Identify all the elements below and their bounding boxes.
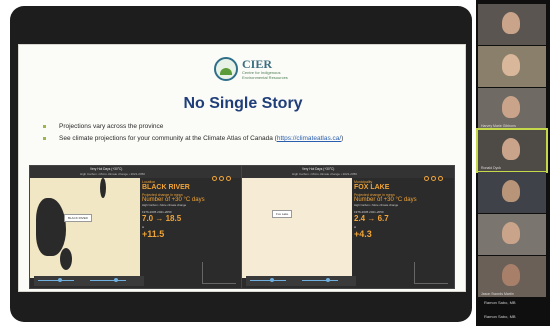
place-name: BLACK RIVER — [142, 184, 190, 191]
participant-tile[interactable] — [478, 214, 546, 255]
bullet-icon — [43, 125, 46, 128]
slider-knob[interactable] — [114, 278, 118, 282]
participant-avatar — [502, 180, 520, 202]
participant-avatar — [502, 138, 520, 160]
slider-knob[interactable] — [326, 278, 330, 282]
participant-avatar — [502, 222, 520, 244]
participant-tile[interactable] — [478, 172, 546, 213]
map-header-subtitle: High Carbon • Micro climate change • 202… — [80, 172, 145, 176]
map-header-title: Very Hot Days (+30°C) — [302, 167, 335, 171]
participant-tile[interactable]: Harvey Marie Gibbons — [478, 88, 546, 129]
participant-tile[interactable]: Jason Swords Martin — [478, 256, 546, 297]
bullet-text: See climate projections for your communi… — [59, 135, 277, 142]
map-header-title: Very Hot Days (+30°C) — [90, 167, 123, 171]
presentation-slide: CIER Centre for Indigenous Environmental… — [18, 44, 466, 292]
slider-knob[interactable] — [270, 278, 274, 282]
map-toolbar — [210, 168, 236, 181]
logo-subtitle: Centre for Indigenous Environmental Reso… — [242, 70, 288, 80]
slider-knob[interactable] — [58, 278, 62, 282]
cier-logo-icon — [214, 57, 238, 81]
map-toolbar — [422, 168, 448, 181]
bullet-item: Projections vary across the province — [41, 123, 461, 135]
rail-label: Ramon Sabo, MB — [484, 314, 516, 319]
lake-shape — [36, 198, 66, 256]
time-slider[interactable] — [34, 276, 144, 286]
shared-screen: CIER Centre for Indigenous Environmental… — [10, 6, 472, 322]
lake-shape — [60, 248, 72, 270]
map-header: Very Hot Days (+30°C) High Carbon • Micr… — [30, 166, 242, 181]
participant-tile[interactable] — [478, 4, 546, 45]
lake-shape — [100, 178, 106, 198]
period-values: 2.4 → 6.7 — [354, 214, 389, 223]
place-name: FOX LAKE — [354, 184, 390, 191]
meeting-window: CIER Centre for Indigenous Environmental… — [0, 0, 550, 326]
climate-atlas-link[interactable]: https://climateatlas.ca/ — [277, 135, 341, 142]
map-canvas[interactable]: Fox Lake — [242, 178, 352, 278]
time-slider[interactable] — [246, 276, 356, 286]
slider-track — [90, 280, 126, 281]
map-place-tag: Fox Lake — [272, 210, 293, 218]
map-info-panel: Location BLACK RIVER Projected change in… — [142, 180, 240, 239]
bullet-text: Projections vary across the province — [59, 123, 164, 130]
participant-avatar — [502, 12, 520, 34]
slider-track — [250, 280, 286, 281]
climate-map-fox-lake: Very Hot Days (+30°C) High Carbon • Micr… — [241, 165, 455, 289]
participant-avatar — [502, 54, 520, 76]
slider-track — [302, 280, 338, 281]
participant-name: Jason Swords Martin — [481, 292, 514, 296]
metric-subtitle: High Carbon • More climate change — [142, 203, 187, 207]
mini-chart — [202, 262, 236, 284]
period-values: 7.0 → 18.5 — [142, 214, 182, 223]
participant-tile[interactable] — [478, 46, 546, 87]
map-info-panel: Municipality FOX LAKE Projected change i… — [354, 180, 452, 239]
rail-label: Ramon Sabo, MB — [484, 300, 516, 305]
map-header-subtitle: High Carbon • Micro climate change • 202… — [292, 172, 357, 176]
slide-title: No Single Story — [183, 95, 303, 112]
delta-value: +11.5 — [142, 229, 165, 239]
delta-value: +4.3 — [354, 229, 372, 239]
bullet-list: Projections vary across the province See… — [41, 123, 461, 147]
metric-subtitle: High Carbon • More climate change — [354, 203, 399, 207]
bullet-item: See climate projections for your communi… — [41, 135, 461, 147]
participant-tile-active[interactable]: Ronald Dyck — [476, 128, 548, 173]
participant-avatar — [502, 96, 520, 118]
slider-track — [38, 280, 74, 281]
participant-rail: Harvey Marie Gibbons Ronald Dyck Jason S… — [476, 0, 550, 326]
map-header: Very Hot Days (+30°C) High Carbon • Micr… — [242, 166, 454, 181]
climate-map-black-river: Very Hot Days (+30°C) High Carbon • Micr… — [29, 165, 243, 289]
participant-name: Harvey Marie Gibbons — [481, 124, 516, 128]
mini-chart — [414, 262, 448, 284]
map-canvas[interactable]: BLACK RIVER — [30, 178, 140, 278]
map-place-tag: BLACK RIVER — [64, 214, 92, 222]
participant-name: Ronald Dyck — [481, 166, 501, 170]
bullet-text-tail: ) — [341, 135, 344, 142]
participant-avatar — [502, 264, 520, 286]
bullet-icon — [43, 137, 46, 140]
cier-logo: CIER Centre for Indigenous Environmental… — [214, 57, 294, 83]
